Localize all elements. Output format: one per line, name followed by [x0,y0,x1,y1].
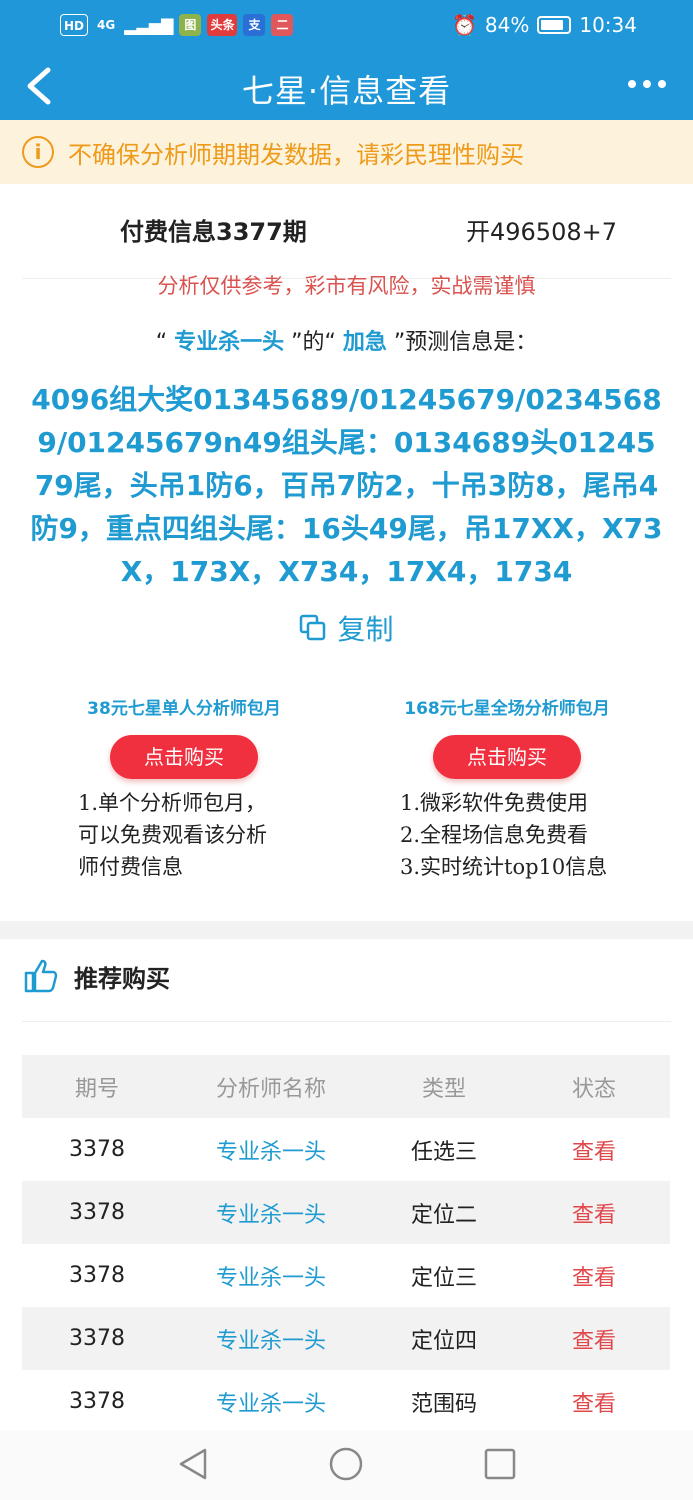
benefit-line: 2.全程场信息免费看 [400,823,589,847]
buy-all-button[interactable]: 点击购买 [433,735,581,779]
cell-analyst[interactable]: 专业杀一头 [172,1323,370,1355]
analyst-name[interactable]: 专业杀一头 [174,330,284,355]
nav-recents-icon[interactable] [482,1446,518,1482]
nav-back-icon[interactable] [175,1446,211,1482]
status-icons: HD 4G ▂▃▅▇ 图 头条 支 二 [60,14,294,36]
cell-issue: 3378 [69,1137,125,1162]
top-navbar: 七星·信息查看 [0,54,693,120]
period-label: 付费信息3377期 [120,218,307,246]
info-icon: i [22,136,54,168]
risk-warning: 分析仅供参考，彩市有风险，实战需谨慎 [157,274,536,298]
benefit-line: 可以免费观看该分析 [78,823,267,847]
copy-label: 复制 [337,613,394,646]
cell-type: 范围码 [410,1391,477,1417]
signal-icon: ▂▃▅▇ [124,15,174,35]
news-badge: 头条 [207,14,238,36]
copy-button[interactable]: 复制 [0,608,693,648]
hd-badge: HD [60,14,89,36]
status-bar: HD 4G ▂▃▅▇ 图 头条 支 二 ⏰ 84% 10:34 [0,0,693,54]
table-row[interactable]: 3378 专业杀一头 任选三 查看 [22,1118,670,1181]
col-status-header: 状态 [571,1076,616,1102]
divider [22,1021,671,1022]
benefit-line: 3.实时统计top10信息 [400,855,608,879]
cell-type: 任选三 [410,1139,477,1165]
page-title: 七星·信息查看 [241,72,452,110]
gallery-badge: 图 [179,14,202,36]
table-header: 期号 分析师名称 类型 状态 [22,1055,670,1118]
cell-issue: 3378 [69,1263,125,1288]
system-nav-bar [0,1430,693,1500]
cell-issue: 3378 [69,1326,125,1351]
recommend-table: 期号 分析师名称 类型 状态 3378 专业杀一头 任选三 查看 3378 专业… [22,1055,670,1433]
benefit-line: 1.微彩软件免费使用 [400,791,589,815]
table-row[interactable]: 3378 专业杀一头 定位三 查看 [22,1244,670,1307]
col-issue-header: 期号 [74,1076,119,1102]
view-link[interactable]: 查看 [518,1134,670,1166]
cell-type: 定位四 [410,1328,477,1354]
col-analyst-header: 分析师名称 [215,1076,326,1102]
plan-title: 38元七星单人分析师包月 [87,699,281,719]
benefit-line: 1.单个分析师包月， [78,791,267,815]
benefit-line: 师付费信息 [78,855,183,879]
more-icon[interactable] [627,74,667,94]
view-link[interactable]: 查看 [518,1323,670,1355]
cell-analyst[interactable]: 专业杀一头 [172,1260,370,1292]
warning-banner: i 不确保分析师期期发数据，请彩民理性购买 [0,120,693,184]
view-link[interactable]: 查看 [518,1386,670,1418]
table-row[interactable]: 3378 专业杀一头 定位四 查看 [22,1307,670,1370]
cell-type: 定位三 [410,1265,477,1291]
plan-single: 38元七星单人分析师包月 点击购买 1.单个分析师包月， 可以免费观看该分析 师… [34,694,334,883]
cell-analyst[interactable]: 专业杀一头 [172,1197,370,1229]
plan-benefits: 1.微彩软件免费使用 2.全程场信息免费看 3.实时统计top10信息 [357,787,657,883]
cell-issue: 3378 [69,1200,125,1225]
plan-benefits: 1.单个分析师包月， 可以免费观看该分析 师付费信息 [34,787,334,883]
alipay-badge: 支 [243,14,266,36]
cell-analyst[interactable]: 专业杀一头 [172,1134,370,1166]
battery-icon [537,16,572,34]
buy-single-button[interactable]: 点击购买 [110,735,258,779]
app-badge: 二 [271,14,294,36]
view-link[interactable]: 查看 [518,1260,670,1292]
info-card: 付费信息3377期 开496508+7 分析仅供参考，彩市有风险，实战需谨慎 “… [0,184,693,921]
draw-result: 开496508+7 [466,218,617,246]
cell-issue: 3378 [69,1389,125,1414]
quote-close: ”预测信息是： [386,330,538,355]
info-type: 加急 [342,330,387,355]
plan-all: 168元七星全场分析师包月 点击购买 1.微彩软件免费使用 2.全程场信息免费看… [357,694,657,883]
warning-text: 不确保分析师期期发数据，请彩民理性购买 [68,140,524,169]
nav-home-icon[interactable] [328,1446,364,1482]
table-row[interactable]: 3378 专业杀一头 范围码 查看 [22,1370,670,1433]
clock: 10:34 [579,13,637,37]
recommend-header: 推荐购买 [22,957,170,995]
quote-mid: ”的“ [284,330,343,355]
col-type-header: 类型 [421,1076,466,1102]
quote-open: “ [155,330,175,355]
prediction-heading: “ 专业杀一头 ”的“ 加急 ”预测信息是： [0,324,693,356]
cell-analyst[interactable]: 专业杀一头 [172,1386,370,1418]
alarm-icon: ⏰ [452,13,477,37]
thumbs-up-icon [24,959,58,993]
cell-type: 定位二 [410,1202,477,1228]
recommend-section: 推荐购买 期号 分析师名称 类型 状态 3378 专业杀一头 任选三 查看 33… [0,939,693,1439]
recommend-title: 推荐购买 [74,964,170,993]
prediction-text: 4096组大奖01345689/01245679/02345689/012456… [30,383,663,588]
table-row[interactable]: 3378 专业杀一头 定位二 查看 [22,1181,670,1244]
copy-icon [300,614,326,641]
network-badge: 4G [97,18,116,32]
view-link[interactable]: 查看 [518,1197,670,1229]
status-right: ⏰ 84% 10:34 [452,13,637,37]
battery-percent: 84% [484,13,530,37]
plan-title: 168元七星全场分析师包月 [404,699,610,719]
